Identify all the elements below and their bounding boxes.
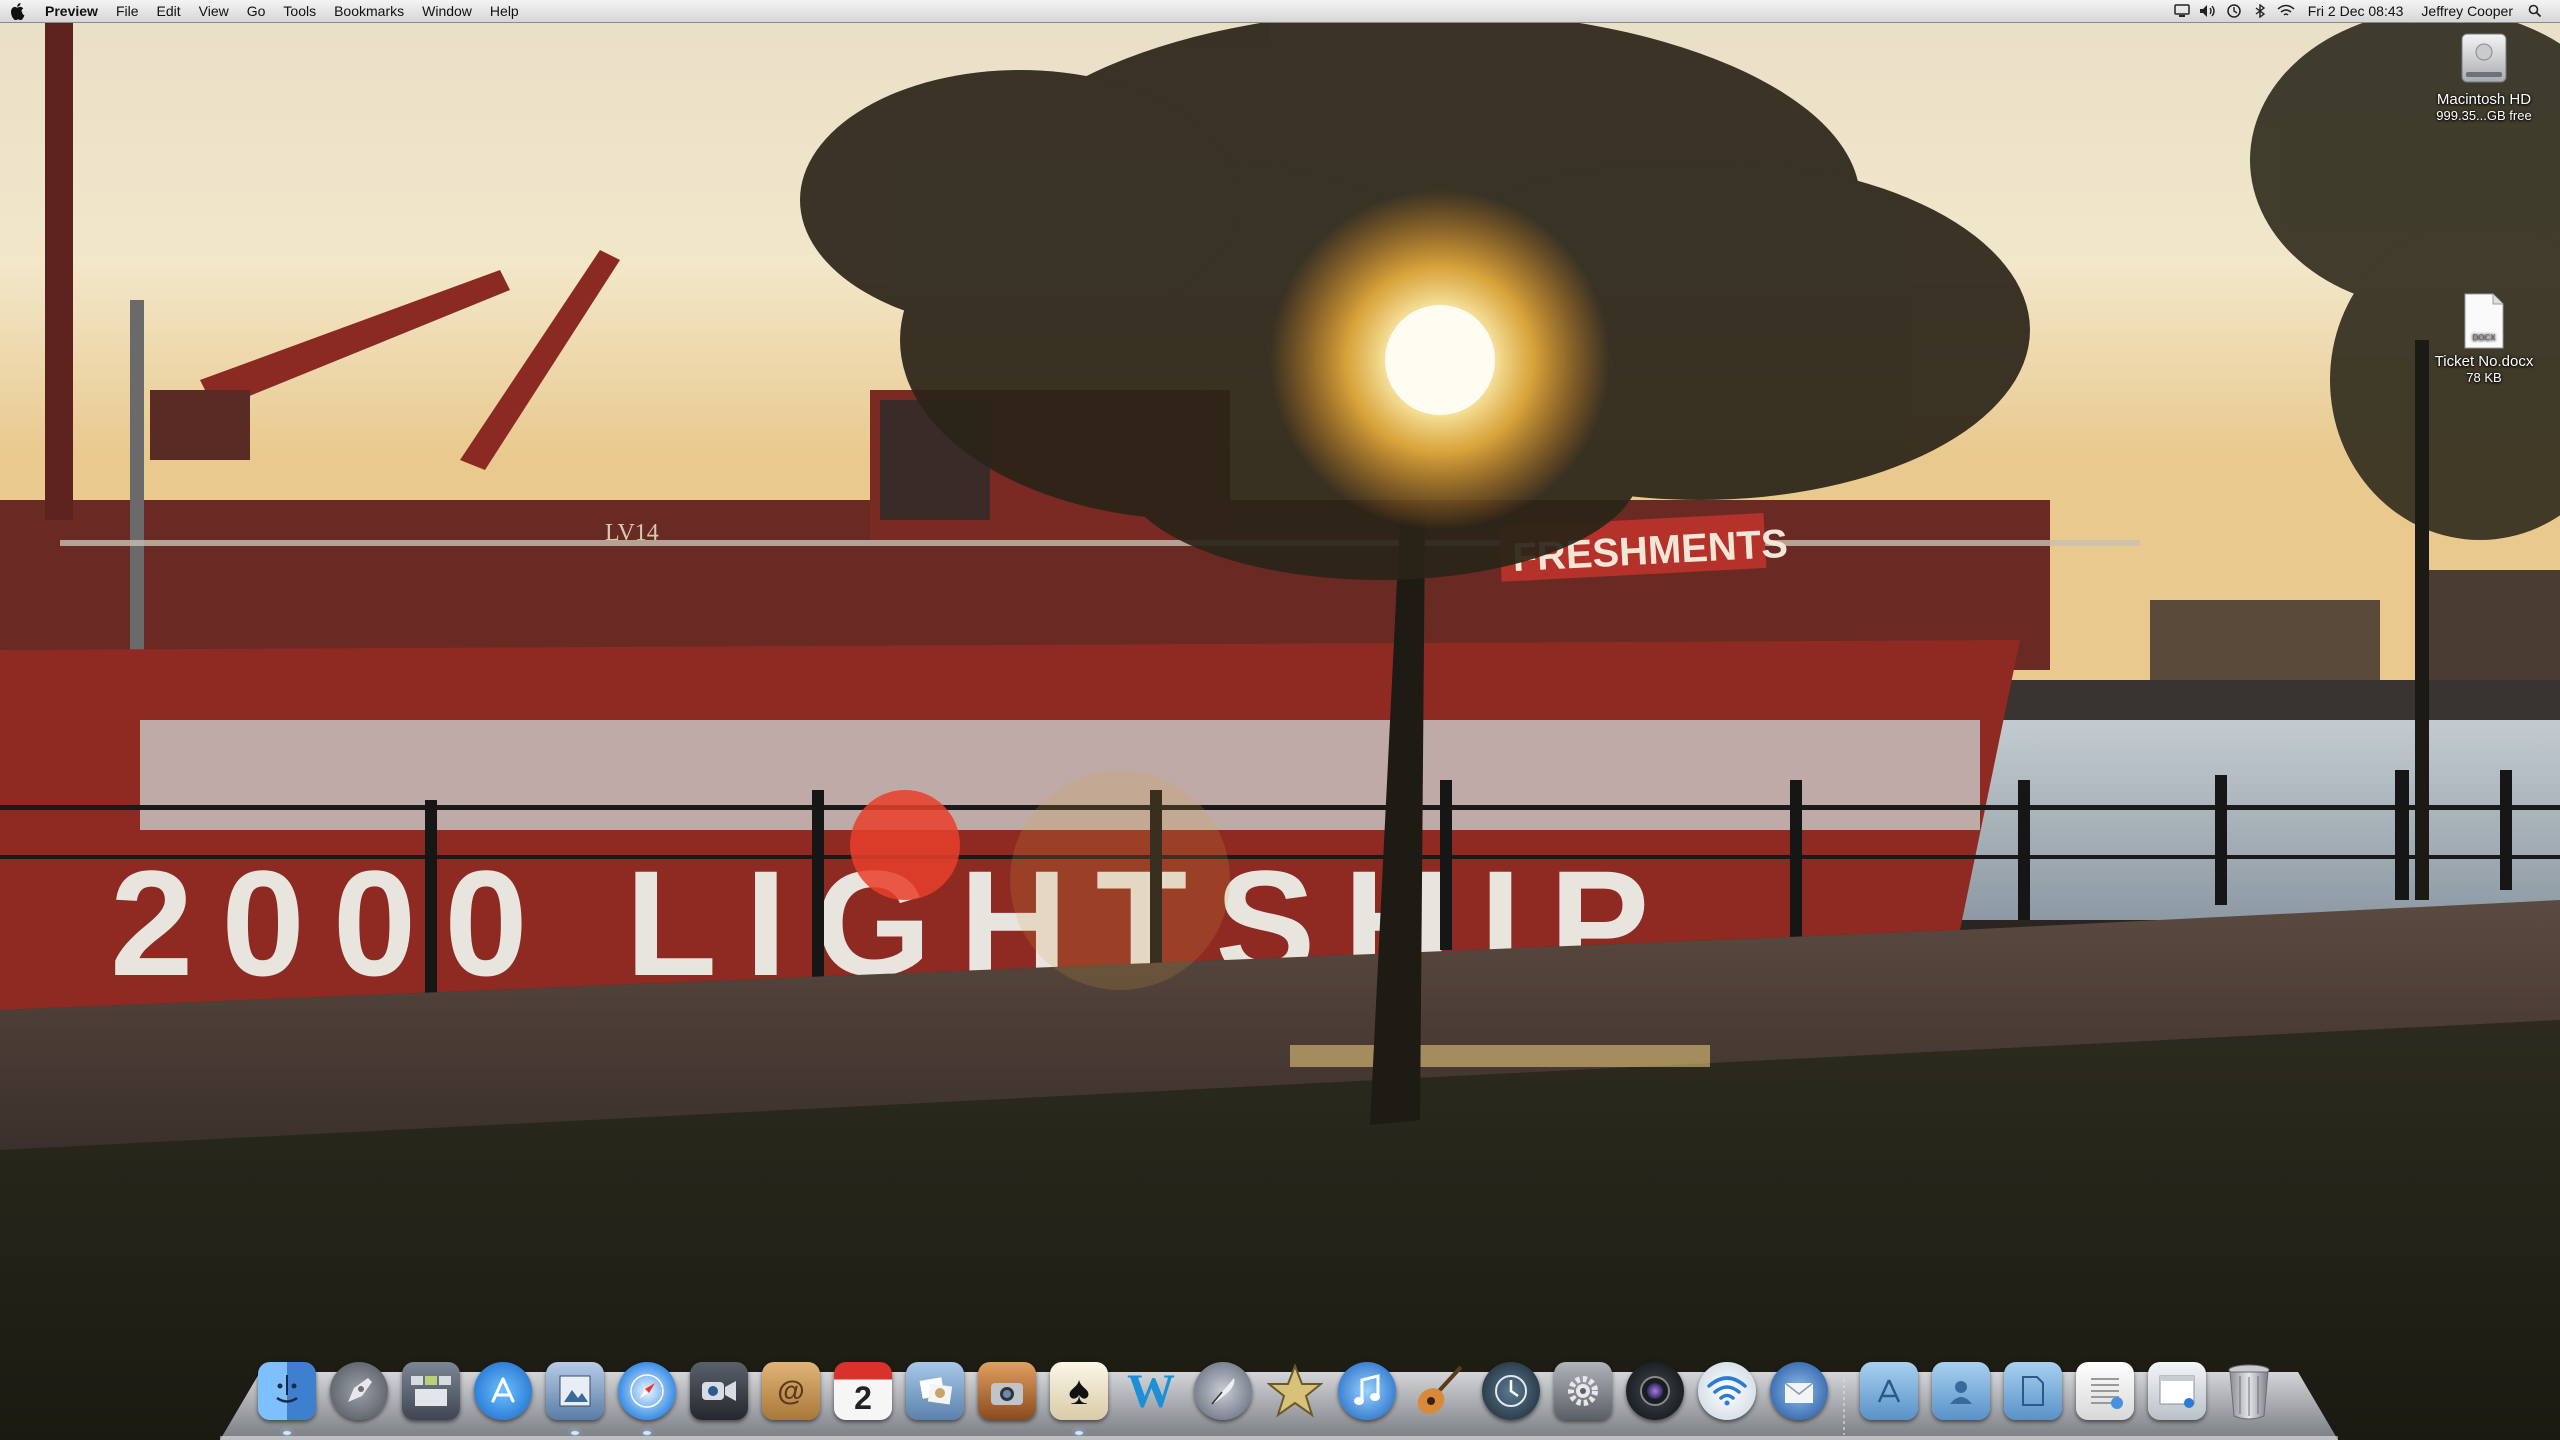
gear-icon [1554,1362,1612,1420]
dock-itunes[interactable] [1335,1359,1399,1423]
dock-iphoto[interactable] [903,1359,967,1423]
desktop-document[interactable]: DOCX Ticket No.docx 78 KB [2409,292,2559,386]
calendar-icon: 2 [834,1362,892,1420]
dock-minimized-window[interactable] [2145,1359,2209,1423]
dock-system-preferences[interactable] [1551,1359,1615,1423]
docx-file-icon: DOCX [2464,293,2504,349]
dock-time-machine[interactable] [1479,1359,1543,1423]
hard-drive-info: 999.35...GB free [2436,108,2532,123]
wifi-icon[interactable] [2273,0,2299,22]
hard-drive-icon [2461,33,2507,83]
star-icon [1266,1362,1324,1420]
mission-control-icon [402,1362,460,1420]
spotlight-icon[interactable] [2522,0,2548,22]
launchpad-icon [330,1362,388,1420]
menubar-clock[interactable]: Fri 2 Dec 08:43 [2299,0,2413,22]
dock: @ 2 ♠ W [255,1347,2281,1435]
minimized-window-icon [2148,1362,2206,1420]
menu-view[interactable]: View [190,0,238,22]
dock-stack-documents[interactable] [2001,1359,2065,1423]
dock-stack-applications[interactable] [1857,1359,1921,1423]
dock-facetime[interactable] [687,1359,751,1423]
time-machine-icon [1482,1362,1540,1420]
menu-help[interactable]: Help [481,0,528,22]
desktop-wallpaper: FRESHMENTS 2000 LIGHTSHIP LV14 [0,0,2560,1440]
quill-icon [1194,1362,1252,1420]
dock-photo-booth[interactable] [1623,1359,1687,1423]
dock-image-capture[interactable] [975,1359,1039,1423]
menu-tools[interactable]: Tools [274,0,325,22]
dock-preview[interactable] [543,1359,607,1435]
menu-file[interactable]: File [107,0,148,22]
menu-bookmarks[interactable]: Bookmarks [325,0,413,22]
volume-icon[interactable] [2195,0,2221,22]
menu-bar: Preview File Edit View Go Tools Bookmark… [0,0,2560,23]
dock-thunderbird[interactable] [1767,1359,1831,1423]
finder-icon [258,1362,316,1420]
image-capture-icon [978,1362,1036,1420]
menu-edit[interactable]: Edit [148,0,190,22]
dock-trash[interactable] [2217,1359,2281,1423]
dock-safari[interactable] [615,1359,679,1435]
app-store-icon [474,1362,532,1420]
facetime-icon [690,1362,748,1420]
word-w-icon: W [1127,1364,1175,1418]
dock-airport-utility[interactable] [1695,1359,1759,1423]
thunderbird-icon [1770,1362,1828,1420]
fast-user-switch[interactable]: Jeffrey Cooper [2412,0,2522,22]
safari-icon [618,1362,676,1420]
menu-go[interactable]: Go [238,0,275,22]
time-machine-icon[interactable] [2221,0,2247,22]
dock-address-book[interactable]: @ [759,1359,823,1423]
hard-drive-name: Macintosh HD [2436,91,2532,108]
address-book-icon: @ [762,1362,820,1420]
docx-badge: DOCX [2472,333,2496,342]
dock-garageband[interactable] [1407,1359,1471,1423]
dock-stack-home[interactable] [1929,1359,1993,1423]
desktop-hard-drive[interactable]: Macintosh HD 999.35...GB free [2409,28,2559,124]
dock-word[interactable]: W [1119,1359,1183,1423]
home-folder-icon [1932,1362,1990,1420]
preview-icon [546,1362,604,1420]
dock-app-store[interactable] [471,1359,535,1423]
dock-ical[interactable]: 2 [831,1359,895,1423]
bluetooth-icon[interactable] [2247,0,2273,22]
document-info: 78 KB [2466,370,2502,385]
dock-launchpad[interactable] [327,1359,391,1423]
menu-window[interactable]: Window [413,0,481,22]
dock-stack-downloads[interactable] [2073,1359,2137,1423]
display-icon[interactable] [2169,0,2195,22]
iphoto-icon [906,1362,964,1420]
wifi-icon [1698,1362,1756,1420]
camera-lens-icon [1626,1362,1684,1420]
apple-menu[interactable] [0,0,36,22]
documents-folder-icon [2004,1362,2062,1420]
spade-card-icon: ♠ [1050,1362,1108,1420]
itunes-icon [1338,1362,1396,1420]
apple-icon [11,3,25,20]
dock-script-editor[interactable] [1191,1359,1255,1423]
guitar-icon [1410,1362,1468,1420]
applications-folder-icon [1860,1362,1918,1420]
dock-solitaire[interactable]: ♠ [1047,1359,1111,1435]
trash-icon [2220,1362,2278,1420]
downloads-document-icon [2076,1362,2134,1420]
calendar-date: 2 [854,1379,872,1416]
document-name: Ticket No.docx [2434,353,2534,370]
hull-number-text: LV14 [605,520,659,546]
dock-mission-control[interactable] [399,1359,463,1423]
dock-finder[interactable] [255,1359,319,1435]
app-menu-preview[interactable]: Preview [36,0,107,22]
dock-imovie[interactable] [1263,1359,1327,1423]
dock-separator [1839,1359,1849,1435]
